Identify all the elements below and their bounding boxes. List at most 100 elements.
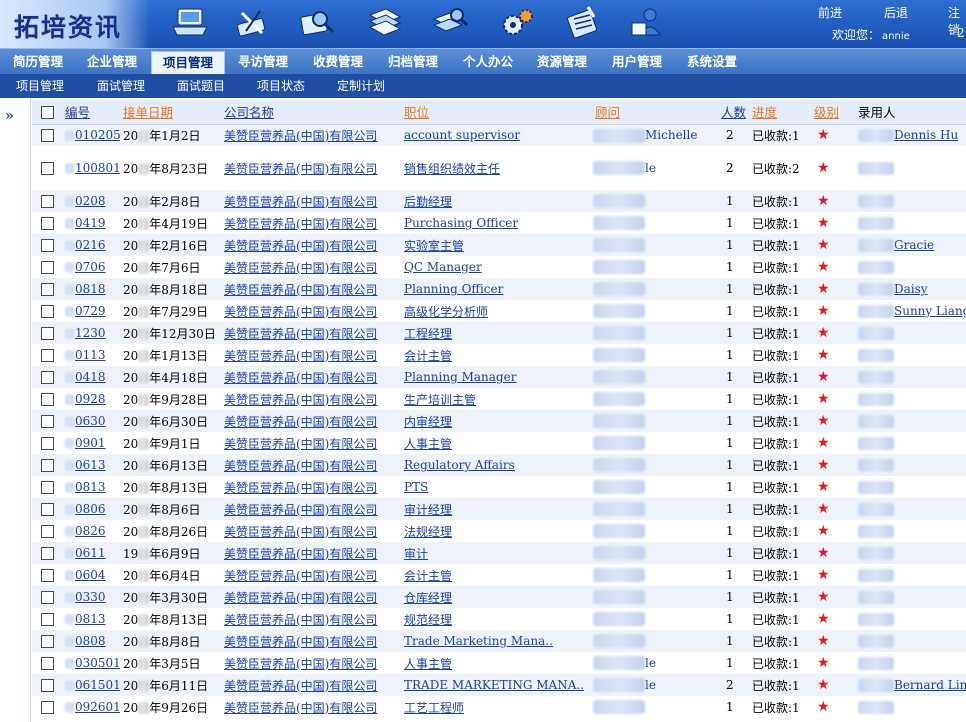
project-id-link[interactable]: 092601 <box>75 700 120 714</box>
row-checkbox[interactable] <box>41 635 54 648</box>
gears-icon[interactable] <box>498 5 538 39</box>
project-id-link[interactable]: 0706 <box>75 260 106 274</box>
select-all-checkbox[interactable] <box>41 106 54 120</box>
nav-personal[interactable]: 个人办公 <box>452 49 524 75</box>
company-link[interactable]: 美赞臣营养品(中国)有限公司 <box>224 129 377 143</box>
company-link[interactable]: 美赞臣营养品(中国)有限公司 <box>224 679 377 693</box>
row-checkbox[interactable] <box>41 569 54 582</box>
company-link[interactable]: 美赞臣营养品(中国)有限公司 <box>224 437 377 451</box>
project-id-link[interactable]: 0613 <box>75 458 106 472</box>
company-link[interactable]: 美赞臣营养品(中国)有限公司 <box>224 613 377 627</box>
project-id-link[interactable]: 0818 <box>75 282 106 296</box>
project-id-link[interactable]: 0901 <box>75 436 106 450</box>
project-id-link[interactable]: 0330 <box>75 590 106 604</box>
position-link[interactable]: 法规经理 <box>404 525 452 539</box>
position-link[interactable]: 人事主管 <box>404 437 452 451</box>
company-link[interactable]: 美赞臣营养品(中国)有限公司 <box>224 657 377 671</box>
position-link[interactable]: Trade Marketing Mana.. <box>404 634 553 648</box>
expand-sidebar-icon[interactable]: » <box>5 108 14 124</box>
company-link[interactable]: 美赞臣营养品(中国)有限公司 <box>224 569 377 583</box>
company-link[interactable]: 美赞臣营养品(中国)有限公司 <box>224 349 377 363</box>
back-link[interactable]: 后退 <box>884 4 908 21</box>
position-link[interactable]: Planning Officer <box>404 282 503 296</box>
subnav-project-management[interactable]: 项目管理 <box>16 74 64 98</box>
row-checkbox[interactable] <box>41 371 54 384</box>
company-link[interactable]: 美赞臣营养品(中国)有限公司 <box>224 459 377 473</box>
row-checkbox[interactable] <box>41 679 54 692</box>
row-checkbox[interactable] <box>41 415 54 428</box>
row-checkbox[interactable] <box>41 195 54 208</box>
company-link[interactable]: 美赞臣营养品(中国)有限公司 <box>224 261 377 275</box>
project-id-link[interactable]: 0419 <box>75 216 106 230</box>
row-checkbox[interactable] <box>41 459 54 472</box>
subnav-interview-questions[interactable]: 面试题目 <box>177 74 225 98</box>
nav-archive[interactable]: 归档管理 <box>377 49 449 75</box>
company-link[interactable]: 美赞臣营养品(中国)有限公司 <box>224 481 377 495</box>
col-company[interactable]: 公司名称 <box>221 100 401 125</box>
row-checkbox[interactable] <box>41 591 54 604</box>
project-id-link[interactable]: 061501 <box>75 678 120 692</box>
company-link[interactable]: 美赞臣营养品(中国)有限公司 <box>224 162 377 176</box>
project-id-link[interactable]: 0928 <box>75 392 106 406</box>
col-level[interactable]: 级别 <box>811 100 855 125</box>
project-id-link[interactable]: 0208 <box>75 194 106 208</box>
nav-company[interactable]: 企业管理 <box>76 49 148 75</box>
project-id-link[interactable]: 1230 <box>75 326 106 340</box>
position-link[interactable]: PTS <box>404 480 428 494</box>
company-link[interactable]: 美赞臣营养品(中国)有限公司 <box>224 503 377 517</box>
calculator-icon[interactable] <box>562 5 602 39</box>
project-id-link[interactable]: 030501 <box>75 656 120 670</box>
position-link[interactable]: 工程经理 <box>404 327 452 341</box>
company-link[interactable]: 美赞臣营养品(中国)有限公司 <box>224 327 377 341</box>
position-link[interactable]: 生产培训主管 <box>404 393 476 407</box>
row-checkbox[interactable] <box>41 239 54 252</box>
nav-search[interactable]: 寻访管理 <box>227 49 299 75</box>
position-link[interactable]: 规范经理 <box>404 613 452 627</box>
books-icon[interactable] <box>364 5 404 39</box>
position-link[interactable]: 会计主管 <box>404 569 452 583</box>
position-link[interactable]: QC Manager <box>404 260 482 274</box>
nav-users[interactable]: 用户管理 <box>601 49 673 75</box>
tools-icon[interactable] <box>232 5 272 39</box>
col-id[interactable]: 编号 <box>62 100 120 125</box>
hired-person-link[interactable]: Bernard Lin <box>894 678 966 692</box>
subnav-custom-plan[interactable]: 定制计划 <box>337 74 385 98</box>
project-id-link[interactable]: 0611 <box>75 546 106 560</box>
company-link[interactable]: 美赞臣营养品(中国)有限公司 <box>224 283 377 297</box>
users-icon[interactable] <box>628 5 668 39</box>
position-link[interactable]: 人事主管 <box>404 657 452 671</box>
position-link[interactable]: 审计 <box>404 547 428 561</box>
project-id-link[interactable]: 100801 <box>75 161 120 175</box>
project-id-link[interactable]: 0808 <box>75 634 106 648</box>
company-link[interactable]: 美赞臣营养品(中国)有限公司 <box>224 547 377 561</box>
position-link[interactable]: 仓库经理 <box>404 591 452 605</box>
hired-person-link[interactable]: Sunny Liang <box>894 304 966 318</box>
row-checkbox[interactable] <box>41 701 54 714</box>
row-checkbox[interactable] <box>41 129 54 143</box>
subnav-interview-management[interactable]: 面试管理 <box>97 74 145 98</box>
col-count[interactable]: 人数 <box>718 100 749 125</box>
project-id-link[interactable]: 0806 <box>75 502 106 516</box>
position-link[interactable]: 后勤经理 <box>404 195 452 209</box>
company-link[interactable]: 美赞臣营养品(中国)有限公司 <box>224 393 377 407</box>
project-id-link[interactable]: 0216 <box>75 238 106 252</box>
col-date[interactable]: 接单日期 <box>120 100 221 125</box>
company-link[interactable]: 美赞臣营养品(中国)有限公司 <box>224 525 377 539</box>
row-checkbox[interactable] <box>41 283 54 296</box>
hired-person-link[interactable]: Gracie <box>894 238 934 252</box>
project-id-link[interactable]: 0729 <box>75 304 106 318</box>
subnav-project-status[interactable]: 项目状态 <box>257 74 305 98</box>
row-checkbox[interactable] <box>41 613 54 626</box>
col-position[interactable]: 职位 <box>401 100 592 125</box>
company-link[interactable]: 美赞臣营养品(中国)有限公司 <box>224 239 377 253</box>
position-link[interactable]: 实验室主管 <box>404 239 464 253</box>
company-link[interactable]: 美赞臣营养品(中国)有限公司 <box>224 371 377 385</box>
position-link[interactable]: 内审经理 <box>404 415 452 429</box>
position-link[interactable]: TRADE MARKETING MANA.. <box>404 678 584 692</box>
nav-billing[interactable]: 收费管理 <box>302 49 374 75</box>
project-id-link[interactable]: 0113 <box>75 348 106 362</box>
row-checkbox[interactable] <box>41 481 54 494</box>
company-link[interactable]: 美赞臣营养品(中国)有限公司 <box>224 195 377 209</box>
row-checkbox[interactable] <box>41 525 54 538</box>
row-checkbox[interactable] <box>41 393 54 406</box>
